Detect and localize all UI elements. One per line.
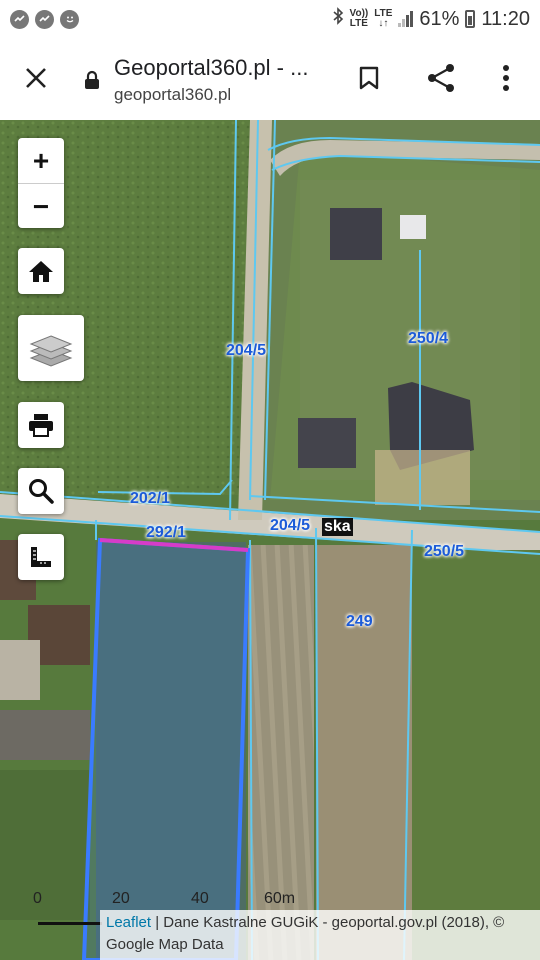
parcel-label[interactable]: 204/5 [270, 517, 310, 535]
volte-indicator: Vo)) LTE [350, 9, 369, 29]
attribution-text: | Dane Kastralne GUGiK - geoportal.gov.p… [106, 914, 505, 953]
smiley-icon [60, 9, 79, 29]
status-bar: Vo)) LTE LTE ↓↑ 61% 11:20 [0, 0, 540, 38]
scale-label: 0 [33, 890, 42, 907]
scale-bar [38, 922, 102, 925]
zoom-control: + − [18, 138, 64, 228]
layers-icon [29, 335, 73, 367]
browser-toolbar: Geoportal360.pl - ... geoportal360.pl [0, 38, 540, 120]
share-icon [428, 64, 454, 92]
battery-percent: 61% [419, 7, 460, 30]
search-button[interactable] [18, 468, 64, 514]
volte-lte-text: LTE [349, 18, 368, 29]
home-icon [29, 261, 53, 282]
lte-indicator: LTE ↓↑ [374, 9, 392, 29]
clock: 11:20 [481, 7, 530, 30]
scale-label: 40 [191, 890, 209, 907]
zoom-out-button[interactable]: − [18, 184, 64, 229]
page-url[interactable]: geoportal360.pl [114, 85, 231, 105]
home-button[interactable] [18, 248, 64, 294]
ruler-icon [31, 547, 51, 567]
parcel-label[interactable]: 202/1 [130, 490, 170, 508]
search-icon [29, 479, 54, 504]
parcel-label[interactable]: 292/1 [146, 524, 186, 542]
messenger-icon [10, 9, 29, 29]
parcel-label[interactable]: 250/4 [408, 330, 448, 348]
street-label: ska [322, 518, 353, 536]
measure-button[interactable] [18, 534, 64, 580]
share-button[interactable] [421, 58, 461, 98]
bookmark-button[interactable] [349, 58, 389, 98]
close-icon [26, 68, 46, 88]
page-title: Geoportal360.pl - ... [114, 55, 309, 80]
scale-label: 60m [264, 890, 296, 907]
lte-arrows-icon: ↓↑ [378, 18, 389, 29]
zoom-in-button[interactable]: + [18, 138, 64, 184]
signal-icon [398, 11, 414, 27]
battery-icon [465, 10, 476, 28]
scale-label: 20 [112, 890, 130, 907]
notification-icons [10, 9, 79, 29]
bookmark-icon [359, 66, 379, 90]
more-vert-icon [503, 65, 509, 91]
parcel-label[interactable]: 249 [346, 613, 373, 631]
print-icon [29, 414, 53, 437]
layers-button[interactable] [18, 315, 84, 381]
parcel-label[interactable]: 250/5 [424, 543, 464, 561]
map-attribution: Leaflet | Dane Kastralne GUGiK - geoport… [100, 910, 540, 960]
bluetooth-icon [332, 7, 344, 31]
leaflet-link[interactable]: Leaflet [106, 914, 151, 931]
more-menu-button[interactable] [486, 58, 526, 98]
close-button[interactable] [16, 58, 56, 98]
parcel-label[interactable]: 204/5 [226, 342, 266, 360]
map-view[interactable]: 204/5 250/4 202/1 292/1 204/5 250/5 249 … [0, 120, 540, 960]
lock-icon [84, 70, 100, 95]
print-button[interactable] [18, 402, 64, 448]
satellite-imagery [0, 120, 540, 960]
messenger-icon [35, 9, 54, 29]
